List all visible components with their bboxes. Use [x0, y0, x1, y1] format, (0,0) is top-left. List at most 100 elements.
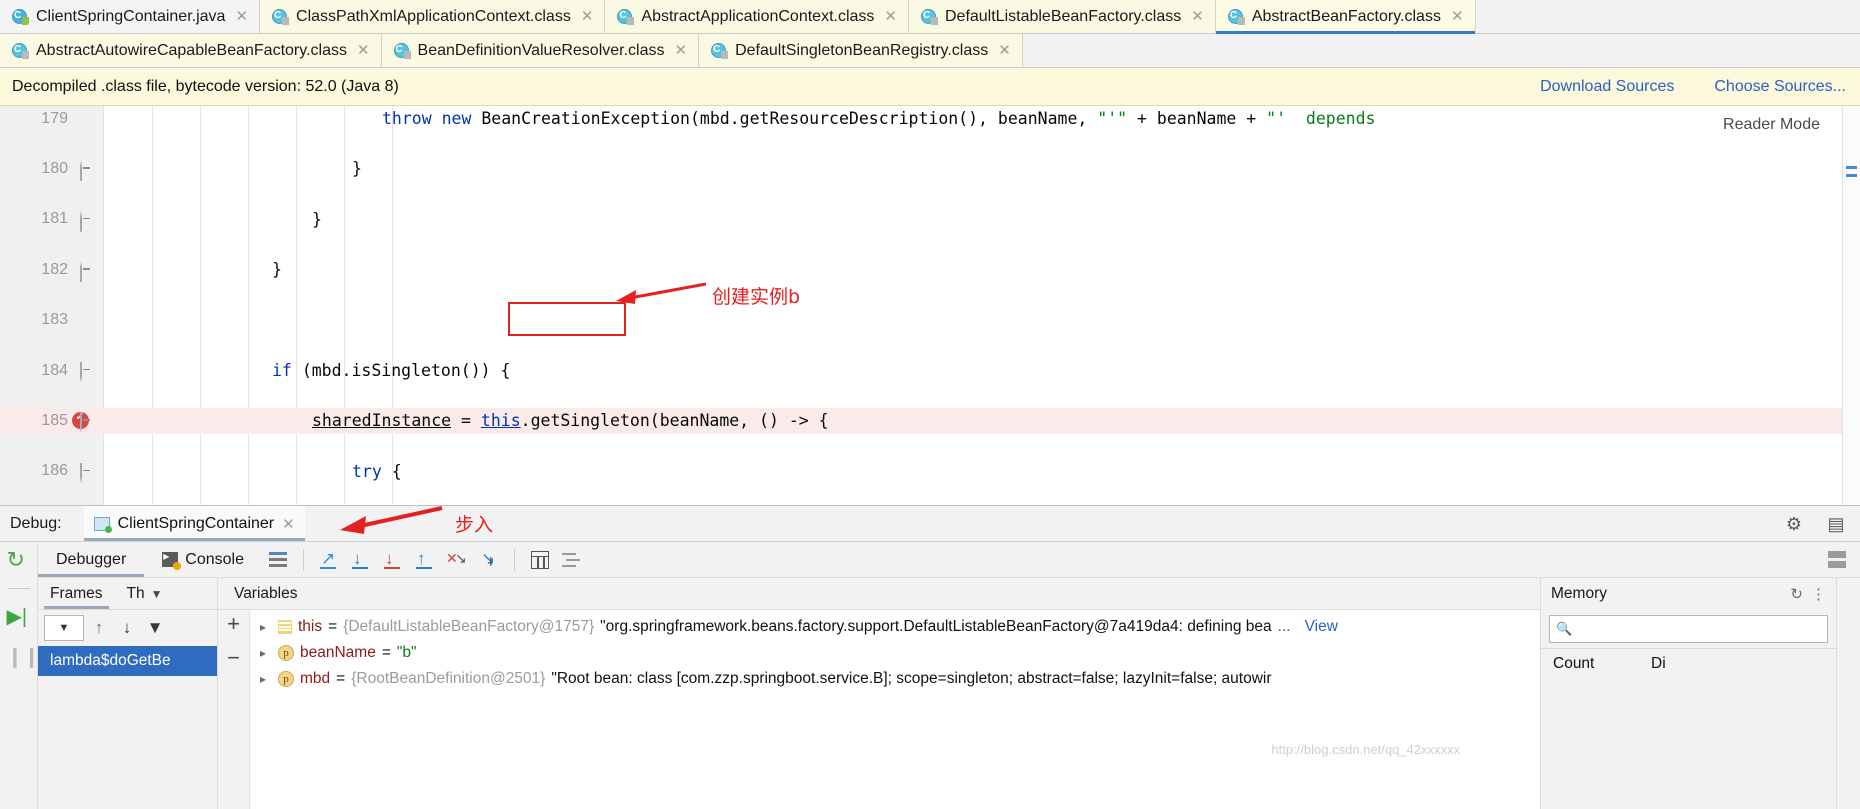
editor-tab-client-spring-container[interactable]: C ClientSpringContainer.java ✕ — [0, 0, 261, 33]
view-value-link[interactable]: View — [1305, 618, 1338, 636]
debugger-toolbar: Debugger Console ↗ ↓ — [38, 542, 1860, 578]
code-line[interactable]: 186 try { — [0, 459, 1860, 484]
fold-marker-icon[interactable] — [80, 210, 93, 232]
debug-body: ↻ ▶| ❙❙ Debugger Console — [0, 542, 1860, 809]
debug-panes: Frames Th ▼ ▼ ↑ ↓ ▼ lambda$doGetBe Varia… — [38, 578, 1860, 809]
variables-list[interactable]: ▸ this = {DefaultListableBeanFactory@175… — [250, 610, 1540, 809]
debug-session-tab[interactable]: ClientSpringContainer ✕ — [83, 506, 305, 541]
editor-tab-abstractapplicationcontext[interactable]: C AbstractApplicationContext.class ✕ — [605, 0, 909, 33]
debug-right-rail — [1836, 578, 1860, 809]
code-line[interactable]: 179 throw new BeanCreationException(mbd.… — [0, 106, 1860, 131]
expand-chevron-icon[interactable]: ▸ — [260, 672, 272, 686]
editor-tab-label: AbstractApplicationContext.class — [641, 7, 875, 25]
add-watch-icon[interactable]: + — [227, 613, 240, 635]
tab-label: Frames — [50, 584, 103, 602]
variable-name: mbd — [300, 670, 331, 687]
stripe-marker[interactable] — [1846, 166, 1857, 169]
expand-chevron-icon[interactable]: ▸ — [260, 646, 272, 660]
more-options-icon[interactable]: ⋮ — [1811, 585, 1826, 603]
gutter-icons — [68, 358, 104, 383]
run-to-cursor-icon[interactable]: ↘ I — [476, 547, 502, 573]
show-execution-point-icon[interactable]: ↗ — [316, 547, 342, 573]
decompiled-notification-bar: Decompiled .class file, bytecode version… — [0, 68, 1860, 106]
editor-tab-label: AbstractAutowireCapableBeanFactory.class — [36, 41, 347, 59]
reader-mode-label[interactable]: Reader Mode — [1723, 116, 1820, 134]
move-up-icon[interactable]: ↑ — [86, 615, 112, 641]
editor-tab-abstractbeanfactory[interactable]: C AbstractBeanFactory.class ✕ — [1215, 0, 1476, 34]
fold-marker-icon[interactable] — [80, 160, 93, 182]
step-over-icon[interactable]: ↓ — [348, 547, 374, 573]
fold-marker-icon[interactable] — [80, 412, 93, 434]
error-stripe-gutter[interactable] — [1842, 106, 1860, 505]
gutter-icons — [68, 408, 104, 434]
frame-list-item-selected[interactable]: lambda$doGetBe — [38, 646, 217, 676]
code-line[interactable]: 181 } — [0, 207, 1860, 232]
tab-debugger[interactable]: Debugger — [38, 542, 145, 577]
variable-row-this[interactable]: ▸ this = {DefaultListableBeanFactory@175… — [250, 614, 1540, 640]
variable-row-mbd[interactable]: ▸ p mbd = {RootBeanDefinition@2501} "Roo… — [250, 666, 1540, 692]
gutter-icons — [68, 308, 104, 333]
close-icon[interactable]: ✕ — [357, 43, 370, 58]
layout-settings-icon[interactable] — [265, 542, 291, 577]
line-code: } — [352, 159, 362, 179]
variables-header: Variables — [218, 578, 1540, 610]
choose-sources-link[interactable]: Choose Sources... — [1714, 78, 1846, 96]
close-icon[interactable]: ✕ — [581, 9, 594, 24]
move-down-icon[interactable]: ↓ — [114, 615, 140, 641]
line-code: } — [272, 260, 282, 280]
rerun-icon[interactable]: ↻ — [7, 548, 31, 572]
force-step-into-icon[interactable]: ✕ ↘ — [444, 547, 470, 573]
editor-tab-label: DefaultListableBeanFactory.class — [944, 7, 1182, 25]
tab-console[interactable]: Console — [144, 542, 262, 577]
fold-marker-icon[interactable] — [80, 361, 93, 383]
code-line[interactable]: 185 sharedInstance = this.getSingleton(b… — [0, 408, 1860, 434]
stripe-marker[interactable] — [1846, 174, 1857, 177]
gear-icon[interactable]: ⚙ — [1784, 514, 1804, 534]
code-editor[interactable]: 179 throw new BeanCreationException(mbd.… — [0, 106, 1860, 506]
gutter-icons — [68, 459, 104, 484]
tab-frames[interactable]: Frames — [38, 578, 115, 609]
code-line[interactable]: 182 } — [0, 257, 1860, 283]
code-line[interactable]: 184 if (mbd.isSingleton()) { — [0, 358, 1860, 383]
memory-search-input[interactable]: 🔍 — [1549, 615, 1828, 643]
remove-watch-icon[interactable]: − — [227, 647, 240, 669]
editor-tab-defaultlistablebeanfactory[interactable]: C DefaultListableBeanFactory.class ✕ — [908, 0, 1216, 33]
minimize-icon[interactable]: ▤ — [1826, 514, 1846, 534]
expand-chevron-icon[interactable]: ▸ — [260, 620, 272, 634]
chevron-down-icon[interactable]: ▼ — [151, 587, 163, 601]
memory-header: Memory ↻ ⋮ — [1541, 578, 1836, 610]
code-line[interactable]: 180 } — [0, 156, 1860, 182]
step-into-icon[interactable]: ↓ — [380, 547, 406, 573]
settings-lines-icon[interactable] — [559, 547, 585, 573]
close-icon[interactable]: ✕ — [675, 43, 688, 58]
stop-icon[interactable] — [7, 685, 31, 709]
fold-marker-icon[interactable] — [80, 261, 93, 283]
variable-row-beanname[interactable]: ▸ p beanName = "b" — [250, 640, 1540, 666]
editor-tab-label: ClassPathXmlApplicationContext.class — [296, 7, 571, 25]
step-out-icon[interactable]: ↑ — [412, 547, 438, 573]
thread-selector-dropdown[interactable]: ▼ — [44, 615, 84, 641]
close-icon[interactable]: ✕ — [1191, 9, 1204, 24]
variable-value: "Root bean: class [com.zzp.springboot.se… — [551, 670, 1272, 687]
resume-program-icon[interactable]: ▶| — [7, 605, 31, 629]
close-icon[interactable]: ✕ — [1451, 9, 1464, 24]
editor-tab-abstractautowirecapablebeanfactory[interactable]: C AbstractAutowireCapableBeanFactory.cla… — [0, 34, 382, 67]
fold-marker-icon[interactable] — [80, 462, 93, 484]
code-line[interactable]: 183 — [0, 308, 1860, 333]
editor-tab-beandefinitionvalueresolver[interactable]: C BeanDefinitionValueResolver.class ✕ — [381, 34, 700, 67]
close-icon[interactable]: ✕ — [884, 9, 897, 24]
close-icon[interactable]: ✕ — [235, 9, 248, 24]
tab-threads[interactable]: Th ▼ — [115, 578, 175, 609]
close-icon[interactable]: ✕ — [282, 515, 295, 533]
filter-icon[interactable]: ▼ — [142, 615, 168, 641]
pause-icon[interactable]: ❙❙ — [7, 645, 41, 669]
close-icon[interactable]: ✕ — [998, 43, 1011, 58]
editor-tab-classpathxmlapplicationcontext[interactable]: C ClassPathXmlApplicationContext.class ✕ — [260, 0, 606, 33]
variable-name: beanName — [300, 644, 376, 661]
download-sources-link[interactable]: Download Sources — [1540, 78, 1674, 96]
panel-layout-icon[interactable] — [1824, 547, 1850, 573]
evaluate-expression-icon[interactable] — [527, 547, 553, 573]
refresh-icon[interactable]: ↻ — [1790, 585, 1803, 603]
editor-tab-defaultsingletonbeanregistry[interactable]: C DefaultSingletonBeanRegistry.class ✕ — [699, 34, 1023, 67]
